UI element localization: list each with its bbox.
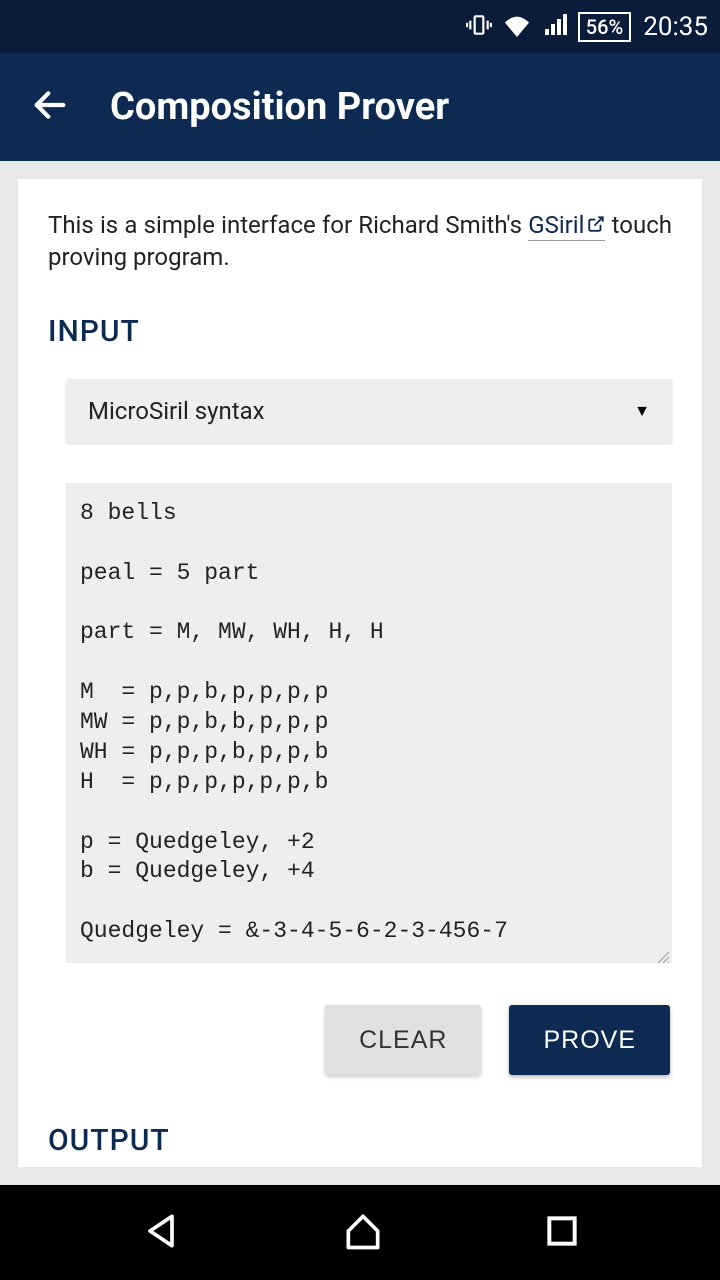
external-link-icon bbox=[587, 209, 605, 241]
battery-indicator: 56% bbox=[578, 12, 631, 42]
main-card: This is a simple interface for Richard S… bbox=[18, 179, 702, 1167]
chevron-down-icon: ▼ bbox=[634, 401, 650, 421]
gsiril-link[interactable]: GSiril bbox=[528, 211, 605, 241]
output-heading: OUTPUT bbox=[48, 1123, 672, 1158]
content-container: This is a simple interface for Richard S… bbox=[0, 161, 720, 1185]
intro-text: This is a simple interface for Richard S… bbox=[48, 209, 672, 274]
vibrate-icon bbox=[466, 12, 492, 42]
clear-button[interactable]: CLEAR bbox=[325, 1005, 481, 1075]
nav-back-button[interactable] bbox=[139, 1209, 183, 1257]
wifi-icon bbox=[502, 13, 532, 41]
intro-before: This is a simple interface for Richard S… bbox=[48, 211, 528, 239]
app-bar: Composition Prover bbox=[0, 53, 720, 161]
navigation-bar bbox=[0, 1185, 720, 1280]
code-input[interactable]: 8 bells peal = 5 part part = M, MW, WH, … bbox=[66, 483, 672, 963]
input-heading: INPUT bbox=[48, 314, 672, 349]
signal-icon bbox=[542, 13, 568, 41]
nav-recent-button[interactable] bbox=[543, 1212, 581, 1254]
back-button[interactable] bbox=[30, 85, 70, 129]
link-text: GSiril bbox=[528, 211, 584, 239]
dropdown-selected: MicroSiril syntax bbox=[88, 397, 265, 425]
prove-button[interactable]: PROVE bbox=[509, 1005, 670, 1075]
nav-home-button[interactable] bbox=[341, 1209, 385, 1257]
syntax-dropdown[interactable]: MicroSiril syntax ▼ bbox=[66, 379, 672, 443]
resize-handle[interactable] bbox=[654, 945, 670, 961]
status-bar: 56% 20:35 bbox=[0, 0, 720, 53]
button-row: CLEAR PROVE bbox=[48, 1005, 672, 1075]
status-icons: 56% bbox=[466, 12, 631, 42]
page-title: Composition Prover bbox=[110, 85, 449, 129]
status-time: 20:35 bbox=[643, 12, 708, 42]
